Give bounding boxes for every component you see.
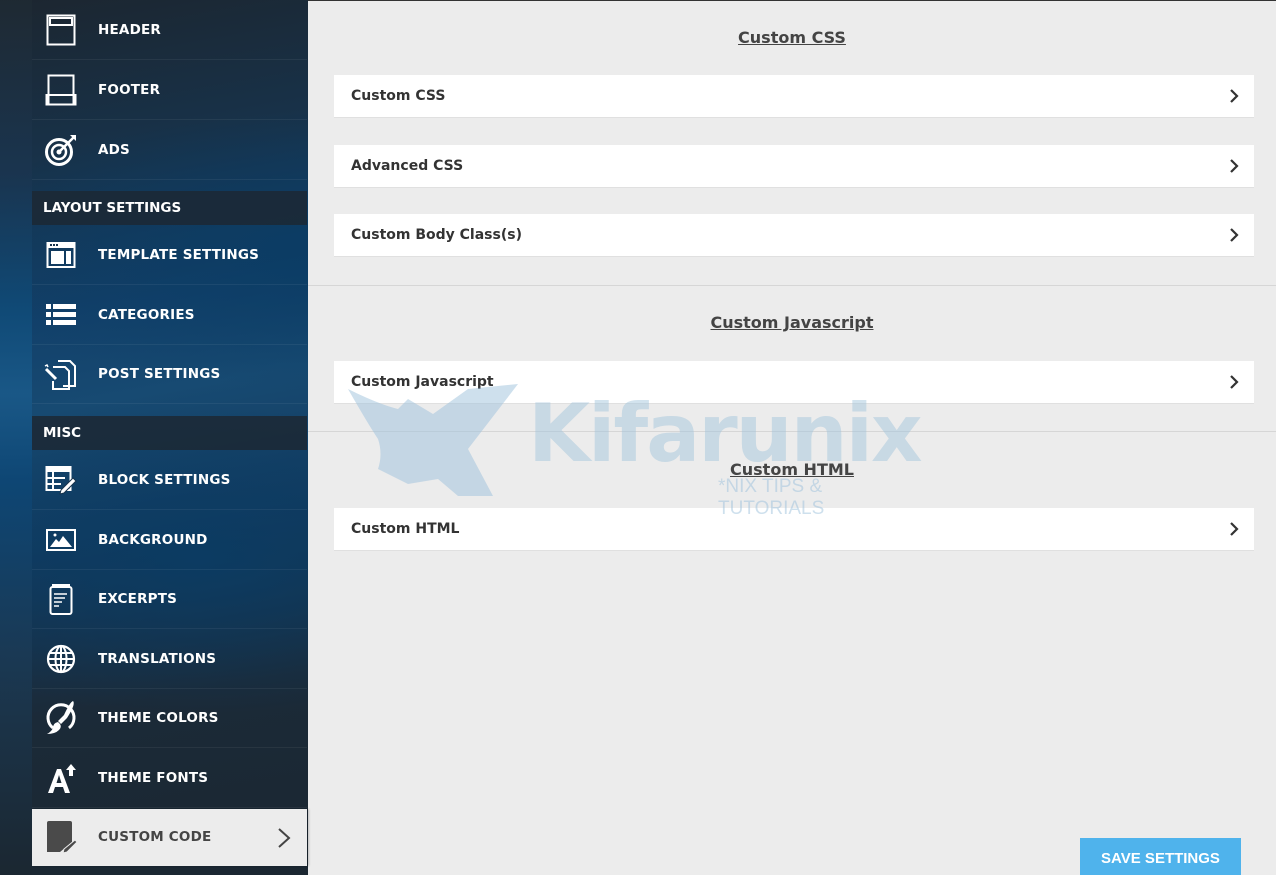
- row-label: Custom Javascript: [351, 374, 494, 390]
- sidebar-item-excerpts[interactable]: EXCERPTS: [32, 569, 307, 629]
- sidebar-item-footer[interactable]: FOOTER: [32, 60, 307, 120]
- clipboard-icon: [44, 582, 78, 616]
- row-label: Custom Body Class(s): [351, 227, 522, 243]
- sidebar: HEADER FOOTER ADS LAYOUT SETTINGS TEMPLA…: [32, 0, 307, 875]
- footer-icon: [44, 73, 78, 107]
- row-label: Advanced CSS: [351, 158, 464, 174]
- row-custom-html[interactable]: Custom HTML: [334, 508, 1254, 551]
- block-edit-icon: [44, 463, 78, 497]
- section-divider: [308, 431, 1276, 432]
- sidebar-edge: [0, 0, 32, 875]
- sidebar-item-label: TRANSLATIONS: [98, 650, 217, 667]
- globe-icon: [44, 642, 78, 676]
- code-edit-icon: [44, 820, 78, 854]
- chevron-right-icon: [1229, 521, 1239, 541]
- section-divider: [308, 285, 1276, 286]
- section-header-misc: MISC: [32, 416, 307, 450]
- section-title-custom-javascript: Custom Javascript: [710, 313, 874, 332]
- sidebar-item-template-settings[interactable]: TEMPLATE SETTINGS: [32, 225, 307, 285]
- sidebar-item-block-settings[interactable]: BLOCK SETTINGS: [32, 450, 307, 510]
- template-icon: [44, 238, 78, 272]
- chevron-right-icon: [1229, 374, 1239, 394]
- sidebar-item-categories[interactable]: CATEGORIES: [32, 285, 307, 345]
- save-settings-button[interactable]: SAVE SETTINGS: [1080, 838, 1241, 875]
- sidebar-item-label: FOOTER: [98, 81, 161, 98]
- chevron-right-icon: [1229, 158, 1239, 178]
- sidebar-item-theme-fonts[interactable]: THEME FONTS: [32, 748, 307, 808]
- section-header-layout-settings: LAYOUT SETTINGS: [32, 191, 307, 225]
- row-custom-css[interactable]: Custom CSS: [334, 75, 1254, 118]
- row-label: Custom HTML: [351, 521, 460, 537]
- sidebar-item-theme-colors[interactable]: THEME COLORS: [32, 688, 307, 748]
- sidebar-item-translations[interactable]: TRANSLATIONS: [32, 629, 307, 689]
- paintbrush-icon: [44, 700, 78, 735]
- sidebar-item-label: BACKGROUND: [98, 531, 208, 548]
- sidebar-item-label: CATEGORIES: [98, 306, 195, 323]
- sidebar-item-label: HEADER: [98, 21, 161, 38]
- sidebar-item-label: EXCERPTS: [98, 590, 178, 607]
- main-content: Custom CSS Custom CSS Advanced CSS Custo…: [308, 0, 1276, 875]
- chevron-right-icon: [277, 827, 291, 853]
- target-icon: [44, 133, 78, 167]
- row-custom-javascript[interactable]: Custom Javascript: [334, 361, 1254, 404]
- header-icon: [44, 13, 78, 47]
- sidebar-item-label: CUSTOM CODE: [98, 829, 212, 845]
- sidebar-item-label: THEME COLORS: [98, 709, 219, 726]
- section-title-custom-css: Custom CSS: [738, 28, 846, 47]
- row-advanced-css[interactable]: Advanced CSS: [334, 145, 1254, 188]
- sidebar-item-label: ADS: [98, 141, 130, 158]
- chevron-right-icon: [1229, 227, 1239, 247]
- list-icon: [44, 298, 78, 332]
- sidebar-item-label: POST SETTINGS: [98, 365, 221, 382]
- sidebar-item-header[interactable]: HEADER: [32, 0, 307, 60]
- sidebar-item-ads[interactable]: ADS: [32, 120, 307, 180]
- sidebar-item-post-settings[interactable]: POST SETTINGS: [32, 344, 307, 404]
- sidebar-item-background[interactable]: BACKGROUND: [32, 510, 307, 570]
- post-edit-icon: [44, 357, 78, 391]
- sidebar-item-label: THEME FONTS: [98, 769, 209, 786]
- chevron-right-icon: [1229, 88, 1239, 108]
- sidebar-item-label: TEMPLATE SETTINGS: [98, 246, 260, 263]
- image-icon: [44, 523, 78, 557]
- font-size-icon: [44, 761, 78, 795]
- sidebar-item-label: BLOCK SETTINGS: [98, 471, 231, 488]
- sidebar-item-custom-code[interactable]: CUSTOM CODE: [32, 809, 307, 866]
- row-custom-body-class[interactable]: Custom Body Class(s): [334, 214, 1254, 257]
- section-title-custom-html: Custom HTML: [730, 460, 854, 479]
- row-label: Custom CSS: [351, 88, 446, 104]
